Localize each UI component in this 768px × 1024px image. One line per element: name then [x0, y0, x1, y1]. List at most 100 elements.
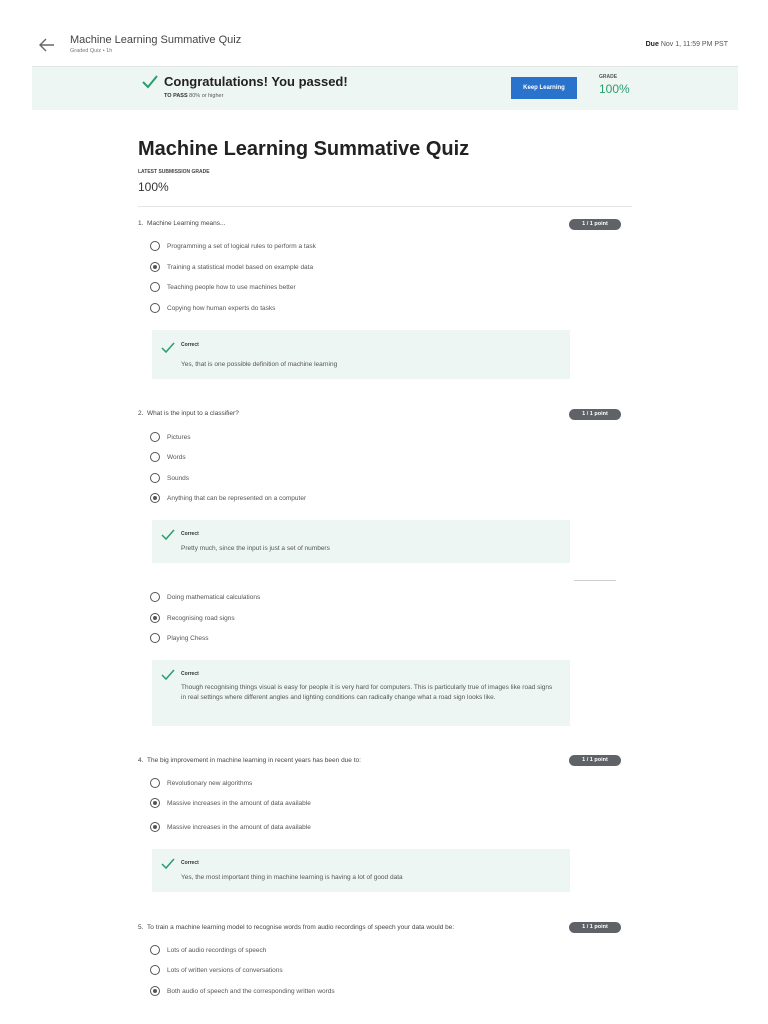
radio-button-selected[interactable] [150, 822, 160, 832]
option-label: Anything that can be represented on a co… [167, 494, 307, 502]
latest-grade-value: 100% [138, 180, 169, 194]
option-label: Programming a set of logical rules to pe… [167, 242, 316, 250]
question-1-text: 1. Machine Learning means... [138, 220, 225, 227]
feedback-box: Correct Yes, the most important thing in… [152, 849, 570, 892]
feedback-status: Correct [181, 860, 199, 866]
points-badge: 1 / 1 point [569, 219, 621, 230]
option-label: Recognising road signs [167, 614, 235, 622]
grade-value: 100% [599, 82, 630, 96]
answer-option[interactable]: Recognising road signs [150, 612, 235, 624]
answer-option[interactable]: Words [150, 451, 186, 463]
page-title: Machine Learning Summative Quiz [138, 138, 470, 160]
feedback-box: Correct Though recognising things visual… [152, 660, 570, 726]
option-label: Doing mathematical calculations [167, 593, 261, 601]
pass-message: Congratulations! You passed! [164, 74, 348, 89]
latest-grade-label: LATEST SUBMISSION GRADE [138, 169, 210, 175]
feedback-status: Correct [181, 342, 199, 348]
answer-option[interactable]: Teaching people how to use machines bett… [150, 281, 296, 293]
feedback-text: Yes, that is one possible definition of … [181, 361, 338, 368]
question-2-text: 2. What is the input to a classifier? [138, 410, 239, 417]
question-number: 5. [138, 924, 144, 931]
question-number: 2. [138, 410, 144, 417]
divider [574, 580, 616, 581]
radio-button[interactable] [150, 633, 160, 643]
answer-option[interactable]: Programming a set of logical rules to pe… [150, 240, 316, 252]
radio-button[interactable] [150, 432, 160, 442]
feedback-status: Correct [181, 671, 199, 677]
option-label: Teaching people how to use machines bett… [167, 283, 296, 291]
pass-banner: Congratulations! You passed! TO PASS 80%… [32, 66, 738, 110]
radio-button[interactable] [150, 282, 160, 292]
back-arrow-icon[interactable] [36, 34, 58, 56]
option-label: Copying how human experts do tasks [167, 304, 276, 312]
divider [138, 206, 632, 207]
answer-option[interactable]: Lots of audio recordings of speech [150, 944, 266, 956]
radio-button[interactable] [150, 303, 160, 313]
keep-learning-button[interactable]: Keep Learning [511, 77, 577, 99]
radio-button[interactable] [150, 592, 160, 602]
grade-label: GRADE [599, 74, 618, 80]
feedback-status: Correct [181, 531, 199, 537]
feedback-text: Yes, the most important thing in machine… [181, 874, 403, 881]
checkmark-icon [140, 72, 160, 92]
radio-button-selected[interactable] [150, 798, 160, 808]
due-value: Nov 1, 11:59 PM PST [660, 41, 728, 48]
radio-button-selected[interactable] [150, 262, 160, 272]
due-label: Due [645, 41, 659, 48]
radio-button-selected[interactable] [150, 986, 160, 996]
option-label: Both audio of speech and the correspondi… [167, 987, 335, 995]
answer-option[interactable]: Both audio of speech and the correspondi… [150, 985, 335, 997]
option-label: Playing Chess [167, 634, 209, 642]
option-label: Massive increases in the amount of data … [167, 823, 311, 831]
checkmark-icon [161, 857, 175, 871]
option-label: Revolutionary new algorithms [167, 779, 253, 787]
answer-option[interactable]: Doing mathematical calculations [150, 591, 260, 603]
option-label: Sounds [167, 474, 190, 482]
answer-option[interactable]: Pictures [150, 431, 190, 443]
question-4-text: 4. The big improvement in machine learni… [138, 757, 361, 764]
radio-button[interactable] [150, 473, 160, 483]
question-prompt: Machine Learning means... [147, 220, 226, 227]
radio-button[interactable] [150, 452, 160, 462]
points-badge: 1 / 1 point [569, 755, 621, 766]
question-prompt: What is the input to a classifier? [147, 410, 239, 417]
header-title: Machine Learning Summative Quiz [70, 34, 242, 46]
option-label: Pictures [167, 433, 191, 441]
radio-button-selected[interactable] [150, 493, 160, 503]
question-5-text: 5. To train a machine learning model to … [138, 924, 454, 931]
option-label: Lots of written versions of conversation… [167, 966, 283, 974]
points-badge: 1 / 1 point [569, 409, 621, 420]
option-label: Words [167, 453, 186, 461]
checkmark-icon [161, 528, 175, 542]
answer-option[interactable]: Copying how human experts do tasks [150, 302, 275, 314]
due-date: Due Nov 1, 11:59 PM PST [646, 41, 728, 48]
to-pass-label: TO PASS [164, 93, 188, 99]
radio-button[interactable] [150, 778, 160, 788]
radio-button[interactable] [150, 241, 160, 251]
top-bar: Machine Learning Summative Quiz Graded Q… [0, 0, 768, 62]
option-label: Massive increases in the amount of data … [167, 799, 311, 807]
answer-option[interactable]: Training a statistical model based on ex… [150, 261, 313, 273]
feedback-box: Correct Pretty much, since the input is … [152, 520, 570, 563]
answer-option[interactable]: Sounds [150, 472, 189, 484]
header-title-group: Machine Learning Summative Quiz Graded Q… [70, 34, 241, 54]
radio-button-selected[interactable] [150, 613, 160, 623]
answer-option[interactable]: Revolutionary new algorithms [150, 777, 252, 789]
answer-option[interactable]: Anything that can be represented on a co… [150, 492, 306, 504]
checkmark-icon [161, 668, 175, 682]
points-badge: 1 / 1 point [569, 922, 621, 933]
feedback-box: Correct Yes, that is one possible defini… [152, 330, 570, 379]
answer-option[interactable]: Massive increases in the amount of data … [150, 797, 311, 809]
answer-option[interactable]: Massive increases in the amount of data … [150, 821, 311, 833]
question-prompt: The big improvement in machine learning … [147, 757, 361, 764]
question-number: 4. [138, 757, 144, 764]
checkmark-icon [161, 341, 175, 355]
radio-button[interactable] [150, 965, 160, 975]
option-label: Training a statistical model based on ex… [167, 263, 314, 271]
radio-button[interactable] [150, 945, 160, 955]
to-pass-info: TO PASS 80% or higher [164, 93, 223, 99]
answer-option[interactable]: Lots of written versions of conversation… [150, 964, 283, 976]
question-prompt: To train a machine learning model to rec… [147, 924, 455, 931]
answer-option[interactable]: Playing Chess [150, 632, 209, 644]
feedback-text: Pretty much, since the input is just a s… [181, 545, 330, 552]
